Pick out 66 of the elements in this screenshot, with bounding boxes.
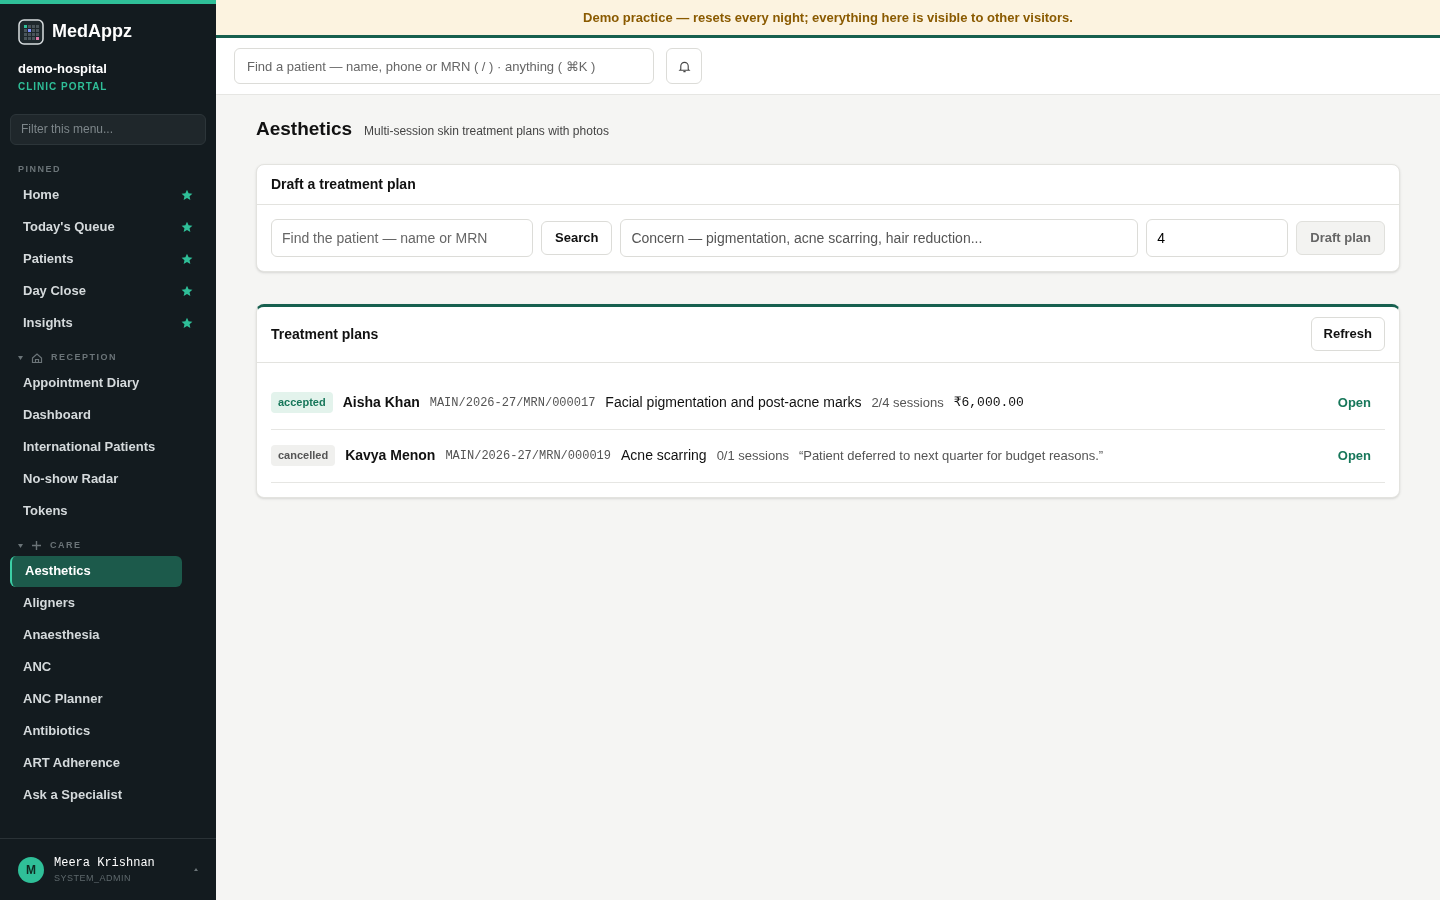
user-name: Meera Krishnan bbox=[54, 854, 156, 872]
sidebar-item[interactable]: Aligners bbox=[10, 587, 182, 619]
plus-icon bbox=[31, 540, 42, 551]
notifications-button[interactable] bbox=[666, 48, 702, 84]
card-title: Draft a treatment plan bbox=[257, 164, 1399, 205]
patient-search-field[interactable]: Find a patient — name, phone or MRN ( / ) · anything ( ⌘K ) bbox=[234, 48, 654, 84]
bell-icon bbox=[677, 59, 691, 73]
sidebar-item[interactable]: International Patients bbox=[10, 431, 182, 463]
open-link[interactable]: Open bbox=[1337, 445, 1371, 466]
mrn-text: MAIN/2026-27/MRN/000019 bbox=[445, 447, 612, 465]
brand-name: MedAppz bbox=[52, 20, 132, 43]
sidebar-item[interactable]: Antibiotics bbox=[10, 715, 182, 747]
mrn-text: MAIN/2026-27/MRN/000017 bbox=[429, 394, 596, 412]
concern-text: Acne scarring bbox=[621, 446, 707, 465]
patient-name: Aisha Khan bbox=[342, 393, 420, 412]
section-label: PINNED bbox=[18, 162, 61, 176]
amount-text: ₹6,000.00 bbox=[953, 393, 1024, 412]
house-icon bbox=[31, 351, 43, 364]
sidebar-item[interactable]: Anaesthesia bbox=[10, 619, 182, 651]
open-link[interactable]: Open bbox=[1337, 392, 1371, 413]
refresh-button[interactable]: Refresh bbox=[1310, 317, 1385, 351]
concern-field[interactable]: Concern — pigmentation, acne scarring, hair reduction... bbox=[620, 218, 1139, 257]
section-label: RECEPTION bbox=[51, 350, 117, 364]
patient-name: Kavya Menon bbox=[345, 446, 436, 465]
section-label: CARE bbox=[50, 538, 82, 552]
sidebar-item[interactable]: Today's Queue bbox=[10, 211, 206, 243]
star-icon[interactable] bbox=[181, 221, 193, 233]
sidebar-item[interactable]: Tokens bbox=[10, 495, 182, 527]
sidebar-item[interactable]: Ask a Specialist bbox=[10, 779, 182, 811]
menu-filter-field[interactable]: Filter this menu... bbox=[10, 113, 206, 145]
sessions-field[interactable]: 4 bbox=[1146, 218, 1289, 257]
sidebar-item[interactable]: Day Close bbox=[10, 275, 206, 307]
search-button[interactable]: Search bbox=[541, 220, 613, 255]
card-title: Treatment plans bbox=[271, 324, 379, 344]
patient-field[interactable]: Find the patient — name or MRN bbox=[271, 218, 533, 257]
status-badge: cancelled bbox=[271, 445, 336, 466]
sidebar-item[interactable]: No-show Radar bbox=[10, 463, 182, 495]
caret-icon[interactable] bbox=[18, 355, 23, 360]
user-role: SYSTEM_ADMIN bbox=[54, 871, 132, 885]
sessions-text: 2/4 sessions bbox=[871, 393, 944, 412]
portal-label: CLINIC PORTAL bbox=[18, 79, 109, 94]
demo-banner: Demo practice — resets every night; everything here is visible to other visitors. bbox=[216, 0, 1440, 38]
sidebar-item[interactable]: ANC Planner bbox=[10, 683, 182, 715]
caret-icon[interactable] bbox=[194, 868, 198, 871]
sidebar-item[interactable]: Home bbox=[10, 179, 206, 211]
status-badge: accepted bbox=[271, 392, 333, 413]
star-icon[interactable] bbox=[181, 253, 193, 265]
user-avatar: M bbox=[18, 856, 44, 883]
grid-logo-icon bbox=[18, 18, 44, 45]
sidebar-item[interactable]: ART Adherence bbox=[10, 747, 182, 779]
sidebar-item[interactable]: Insights bbox=[10, 307, 206, 339]
sidebar-item[interactable]: Patients bbox=[10, 243, 206, 275]
star-icon[interactable] bbox=[181, 317, 193, 329]
hospital-name: demo-hospital bbox=[18, 60, 108, 78]
page-subtitle: Multi-session skin treatment plans with photos bbox=[364, 123, 609, 140]
star-icon[interactable] bbox=[181, 189, 193, 201]
note-text: “Patient deferred to next quarter for budget reasons.” bbox=[798, 446, 1104, 465]
star-icon[interactable] bbox=[181, 285, 193, 297]
sessions-text: 0/1 sessions bbox=[716, 446, 789, 465]
sidebar-item[interactable]: Aesthetics bbox=[10, 555, 182, 587]
caret-icon[interactable] bbox=[18, 543, 23, 548]
sidebar-item[interactable]: Dashboard bbox=[10, 399, 182, 431]
sidebar-item[interactable]: Appointment Diary bbox=[10, 367, 182, 399]
page-title: Aesthetics bbox=[256, 117, 353, 141]
concern-text: Facial pigmentation and post-acne marks bbox=[605, 393, 862, 412]
sidebar-item[interactable]: ANC bbox=[10, 651, 182, 683]
